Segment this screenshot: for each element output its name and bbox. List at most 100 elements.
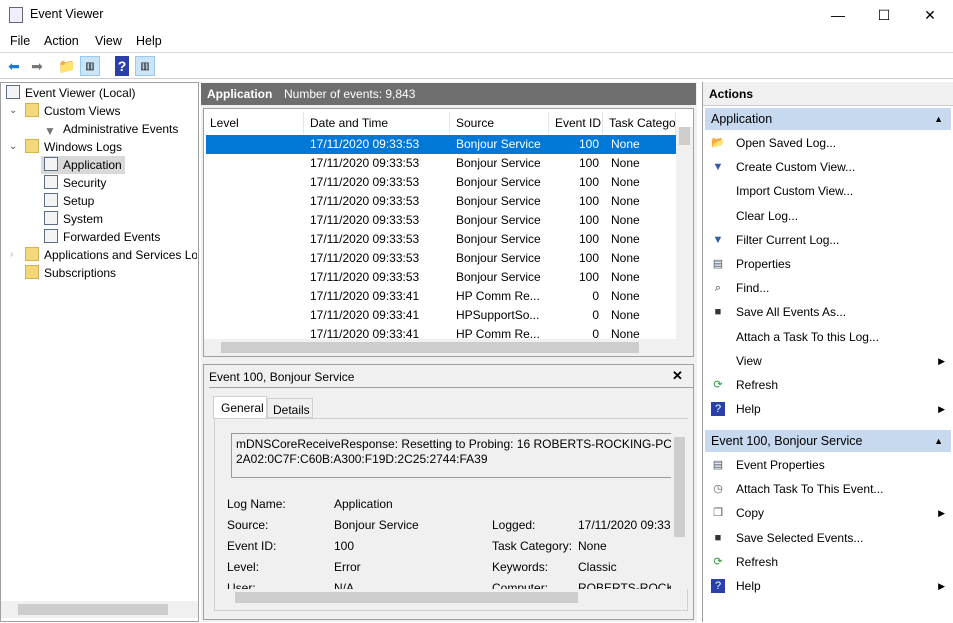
table-row[interactable]: !Error 17/11/2020 09:33:53 Bonjour Servi… xyxy=(206,211,676,230)
forward-icon[interactable]: ➡ xyxy=(27,56,47,76)
up-folder-icon[interactable]: 📁 xyxy=(57,56,77,76)
table-row[interactable]: iInformation 17/11/2020 09:33:41 HP Comm… xyxy=(206,287,676,306)
general-tab-panel: mDNSCoreReceiveResponse: Resetting to Pr… xyxy=(214,418,688,611)
submenu-arrow-icon: ▶ xyxy=(938,581,945,591)
column-date-and-time[interactable]: Date and Time xyxy=(304,112,450,134)
cell-source: HPSupportSo... xyxy=(456,308,540,322)
scrollbar-thumb[interactable] xyxy=(674,437,685,537)
table-row[interactable]: !Error 17/11/2020 09:33:53 Bonjour Servi… xyxy=(206,249,676,268)
action-attach-a-task-to-this-log[interactable]: Attach a Task To this Log... xyxy=(705,326,951,348)
table-row[interactable]: !Error 17/11/2020 09:33:53 Bonjour Servi… xyxy=(206,154,676,173)
action-properties[interactable]: ▤ Properties xyxy=(705,253,951,275)
show-hide-console-tree-icon[interactable]: ▥ xyxy=(80,56,100,76)
collapse-icon[interactable]: ▲ xyxy=(934,430,943,452)
tree-administrative-events[interactable]: ▼ Administrative Events xyxy=(44,120,178,138)
tree-label: Applications and Services Logs xyxy=(44,248,197,262)
action-find[interactable]: ⌕ Find... xyxy=(705,277,951,299)
tree-applications-and-services-logs[interactable]: Applications and Services Logs xyxy=(25,246,197,264)
close-detail-icon[interactable]: ✕ xyxy=(672,368,683,384)
cell-date: 17/11/2020 09:33:41 xyxy=(310,308,420,322)
action-clear-log[interactable]: Clear Log... xyxy=(705,205,951,227)
tree-windows-logs[interactable]: Windows Logs xyxy=(25,138,122,156)
cell-event-id: 100 xyxy=(578,270,599,284)
table-row[interactable]: !Error 17/11/2020 09:33:53 Bonjour Servi… xyxy=(206,173,676,192)
tree-application[interactable]: Application xyxy=(41,156,125,174)
actions-section-event[interactable]: Event 100, Bonjour Service ▲ xyxy=(705,430,951,452)
collapse-icon[interactable]: ▲ xyxy=(934,108,943,130)
action-help[interactable]: ? Help ▶ xyxy=(705,398,951,420)
cell-task-category: None xyxy=(611,156,640,170)
tree-security[interactable]: Security xyxy=(44,174,106,192)
back-icon[interactable]: ⬅ xyxy=(4,56,24,76)
table-row[interactable]: !Error 17/11/2020 09:33:53 Bonjour Servi… xyxy=(206,192,676,211)
table-row[interactable]: !Error 17/11/2020 09:33:53 Bonjour Servi… xyxy=(206,268,676,287)
action-help[interactable]: ? Help ▶ xyxy=(705,575,951,597)
action-refresh[interactable]: ⟳ Refresh xyxy=(705,374,951,396)
action-refresh[interactable]: ⟳ Refresh xyxy=(705,551,951,573)
folder-icon xyxy=(25,247,39,261)
cell-event-id: 100 xyxy=(578,137,599,151)
action-label: Import Custom View... xyxy=(736,184,854,199)
menu-view[interactable]: View xyxy=(95,34,122,48)
chevron-right-icon[interactable]: › xyxy=(10,249,13,260)
minimize-button[interactable]: — xyxy=(815,0,861,30)
tree-system[interactable]: System xyxy=(44,210,103,228)
cell-task-category: None xyxy=(611,194,640,208)
tree-label: Application xyxy=(63,158,122,172)
chevron-down-icon[interactable]: ⌄ xyxy=(9,141,17,152)
menu-action[interactable]: Action xyxy=(44,34,79,48)
chevron-down-icon[interactable]: ⌄ xyxy=(9,105,17,116)
action-copy[interactable]: ❐ Copy ▶ xyxy=(705,502,951,524)
vertical-scrollbar[interactable] xyxy=(671,419,688,589)
vertical-scrollbar[interactable] xyxy=(676,127,693,339)
submenu-arrow-icon: ▶ xyxy=(938,404,945,415)
actions-section-application[interactable]: Application ▲ xyxy=(705,108,951,130)
action-filter-current-log[interactable]: ▼ Filter Current Log... xyxy=(705,229,951,251)
column-event-id[interactable]: Event ID xyxy=(549,112,603,134)
action-event-properties[interactable]: ▤ Event Properties xyxy=(705,454,951,476)
action-view[interactable]: View ▶ xyxy=(705,350,951,372)
cell-event-id: 100 xyxy=(578,251,599,265)
action-import-custom-view[interactable]: Import Custom View... xyxy=(705,180,951,202)
tree-subscriptions[interactable]: Subscriptions xyxy=(25,264,116,282)
table-row[interactable]: !Error 17/11/2020 09:33:53 Bonjour Servi… xyxy=(206,230,676,249)
tab-details[interactable]: Details xyxy=(267,398,313,418)
action-save-all-events-as[interactable]: ■ Save All Events As... xyxy=(705,301,951,323)
label-user: User: xyxy=(227,581,256,589)
section-label: Application xyxy=(711,112,773,126)
cell-task-category: None xyxy=(611,251,640,265)
column-level[interactable]: Level xyxy=(204,112,304,134)
event-count: Number of events: 9,843 xyxy=(284,87,416,101)
column-task-category[interactable]: Task Catego... xyxy=(603,112,676,134)
table-row[interactable]: iInformation 17/11/2020 09:33:41 HPSuppo… xyxy=(206,306,676,325)
cell-task-category: None xyxy=(611,289,640,303)
close-button[interactable]: ✕ xyxy=(907,0,953,30)
help-icon: ? xyxy=(711,579,725,593)
tree-setup[interactable]: Setup xyxy=(44,192,94,210)
horizontal-scrollbar[interactable] xyxy=(204,339,693,356)
scrollbar-thumb[interactable] xyxy=(679,127,690,145)
maximize-button[interactable]: ☐ xyxy=(861,0,907,30)
tab-general[interactable]: General xyxy=(213,396,267,419)
column-source[interactable]: Source xyxy=(450,112,549,134)
horizontal-scrollbar[interactable] xyxy=(215,589,671,606)
cell-date: 17/11/2020 09:33:53 xyxy=(310,213,420,227)
action-save-selected-events[interactable]: ■ Save Selected Events... xyxy=(705,527,951,549)
menu-help[interactable]: Help xyxy=(136,34,162,48)
scrollbar-thumb[interactable] xyxy=(18,604,168,615)
help-icon[interactable]: ? xyxy=(115,56,129,76)
show-hide-action-pane-icon[interactable]: ▥ xyxy=(135,56,155,76)
action-create-custom-view[interactable]: ▼ Create Custom View... xyxy=(705,156,951,178)
tree-forwarded-events[interactable]: Forwarded Events xyxy=(44,228,160,246)
actions-title: Actions xyxy=(703,82,953,106)
tree-event-viewer-local[interactable]: Event Viewer (Local) xyxy=(6,84,136,102)
scrollbar-thumb[interactable] xyxy=(235,592,578,603)
menu-file[interactable]: File xyxy=(10,34,30,48)
tree-custom-views[interactable]: Custom Views xyxy=(25,102,120,120)
event-detail-pane: Event 100, Bonjour Service ✕ General Det… xyxy=(203,364,694,620)
action-open-saved-log[interactable]: 📂 Open Saved Log... xyxy=(705,132,951,154)
table-row[interactable]: !Error 17/11/2020 09:33:53 Bonjour Servi… xyxy=(206,135,676,154)
action-attach-task-to-this-event[interactable]: ◷ Attach Task To This Event... xyxy=(705,478,951,500)
horizontal-scrollbar[interactable] xyxy=(1,601,198,618)
scrollbar-thumb[interactable] xyxy=(221,342,639,353)
